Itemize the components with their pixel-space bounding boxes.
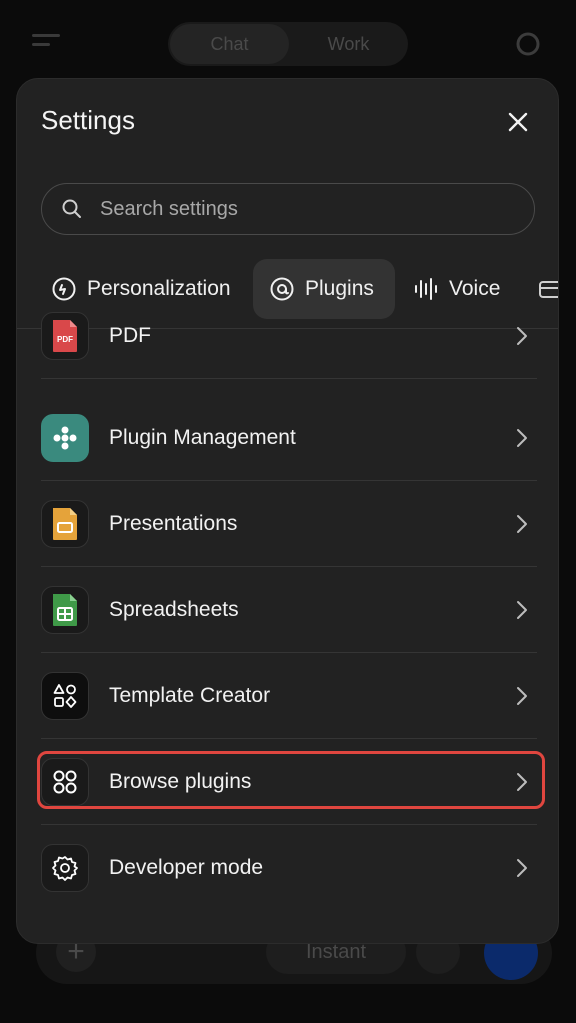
modal-title: Settings [41, 105, 135, 135]
browse-plugins-icon [41, 758, 89, 806]
refresh-icon[interactable] [514, 30, 542, 58]
chevron-right-icon [517, 327, 527, 345]
chevron-right-icon [517, 773, 527, 791]
list-item-label: PDF [109, 324, 151, 347]
svg-text:PDF: PDF [57, 335, 73, 344]
list-item-pdf[interactable]: PDF PDF [41, 293, 537, 379]
list-item-label: Spreadsheets [109, 598, 239, 621]
list-item-label: Browse plugins [109, 770, 252, 793]
gear-icon [41, 844, 89, 892]
tab-more[interactable] [537, 259, 558, 319]
search-field[interactable] [41, 183, 535, 235]
search-input[interactable] [98, 196, 502, 222]
list-item-developer-mode[interactable]: Developer mode [41, 825, 537, 911]
menu-icon[interactable] [32, 34, 60, 54]
chevron-right-icon [517, 429, 527, 447]
spreadsheets-icon [41, 586, 89, 634]
list-item-presentations[interactable]: Presentations [41, 481, 537, 567]
settings-modal: Settings Personalization [16, 78, 559, 944]
close-button[interactable] [503, 107, 533, 137]
plugin-management-icon [41, 414, 89, 462]
search-icon [62, 199, 81, 218]
chevron-right-icon [517, 687, 527, 705]
chevron-right-icon [517, 859, 527, 877]
list-item-template-creator[interactable]: Template Creator [41, 653, 537, 739]
list-item-spreadsheets[interactable]: Spreadsheets [41, 567, 537, 653]
pdf-icon: PDF [41, 312, 89, 360]
list-item-plugin-management[interactable]: Plugin Management [41, 395, 537, 481]
list-item-label: Developer mode [109, 856, 264, 879]
template-creator-icon [41, 672, 89, 720]
list-item-label: Template Creator [109, 684, 271, 707]
chevron-right-icon [517, 601, 527, 619]
tab-chat[interactable]: Chat [170, 24, 289, 64]
list-item-browse-plugins[interactable]: Browse plugins [41, 739, 537, 825]
list-item-label: Plugin Management [109, 426, 296, 449]
close-icon [508, 112, 528, 132]
mode-segmented-control[interactable]: Chat Work [168, 22, 408, 66]
tab-work[interactable]: Work [289, 34, 408, 55]
card-icon [537, 276, 558, 302]
chevron-right-icon [517, 515, 527, 533]
presentations-icon [41, 500, 89, 548]
list-item-label: Presentations [109, 512, 238, 535]
